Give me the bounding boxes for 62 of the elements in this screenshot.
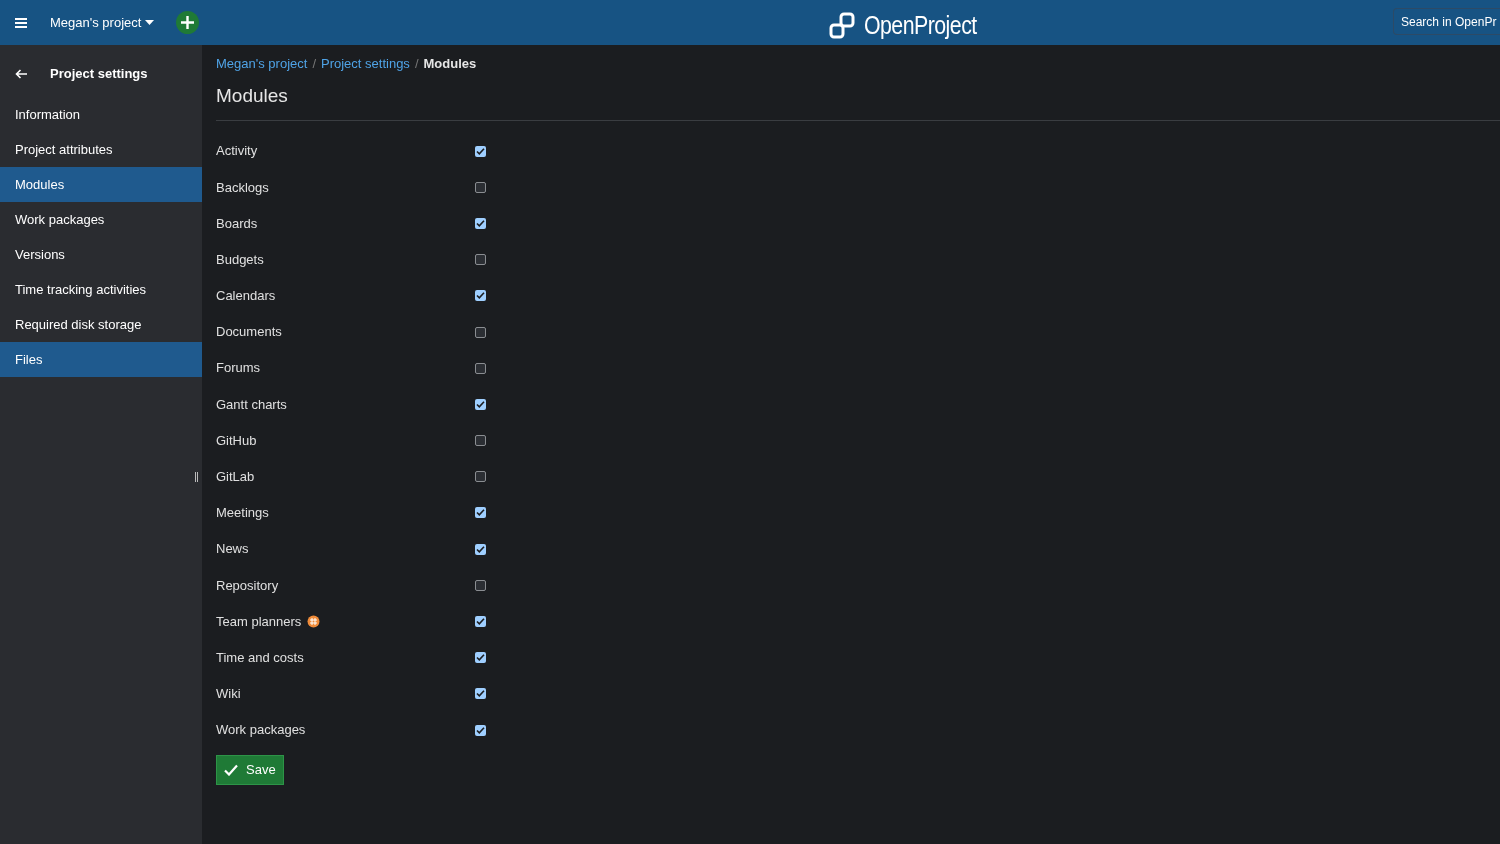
module-checkbox[interactable] — [475, 616, 486, 628]
module-checkbox[interactable] — [475, 471, 486, 483]
save-button[interactable]: Save — [216, 755, 284, 786]
sidebar-item[interactable]: Work packages — [0, 202, 202, 237]
module-checkbox[interactable] — [475, 507, 486, 519]
breadcrumb-separator: / — [414, 54, 419, 73]
breadcrumb-current: Modules — [423, 54, 477, 73]
module-label: Activity — [216, 142, 258, 161]
module-label: Documents — [216, 323, 282, 342]
module-checkbox[interactable] — [475, 543, 486, 555]
breadcrumb-separator: / — [312, 54, 316, 73]
module-label: GitHub — [216, 431, 257, 450]
module-label: Repository — [216, 576, 279, 595]
module-label: Team planners — [216, 612, 302, 631]
breadcrumb-link[interactable]: Megan's project — [216, 53, 308, 74]
module-label: GitLab — [216, 468, 255, 487]
sidebar-item[interactable]: Files — [0, 342, 202, 377]
module-label: Backlogs — [216, 178, 269, 197]
resize-handle[interactable] — [195, 472, 198, 482]
module-checkbox[interactable] — [475, 145, 486, 157]
module-label: Boards — [216, 214, 258, 233]
logo-text: OpenProject — [864, 9, 977, 42]
breadcrumb-link[interactable]: Project settings — [321, 53, 410, 74]
module-label: Forums — [216, 359, 261, 378]
search-field[interactable]: Search in OpenPr — [1393, 8, 1500, 35]
sidebar-item[interactable]: Modules — [0, 167, 202, 202]
sidebar-item[interactable]: Required disk storage — [0, 307, 202, 342]
module-checkbox[interactable] — [475, 254, 486, 266]
module-label: Wiki — [216, 685, 241, 704]
module-checkbox[interactable] — [475, 652, 486, 664]
module-label: Work packages — [216, 721, 306, 740]
sidebar-title: Project settings — [50, 64, 148, 83]
module-checkbox[interactable] — [475, 724, 486, 736]
module-checkbox[interactable] — [475, 688, 486, 700]
module-checkbox[interactable] — [475, 217, 486, 229]
plus-icon — [181, 16, 195, 29]
project-selector[interactable]: Megan's project — [50, 12, 155, 33]
sidebar-item[interactable]: Time tracking activities — [0, 272, 202, 307]
module-label: Gantt charts — [216, 395, 287, 414]
logo-icon — [828, 11, 856, 40]
page-title: Modules — [216, 84, 289, 107]
module-checkbox[interactable] — [475, 435, 486, 447]
sidebar-item[interactable]: Project attributes — [0, 132, 202, 167]
module-label: News — [216, 540, 249, 559]
module-checkbox[interactable] — [475, 398, 486, 410]
sidebar-item[interactable]: Information — [0, 97, 202, 132]
back-arrow-icon[interactable] — [15, 68, 27, 79]
module-label: Time and costs — [216, 648, 304, 667]
module-label: Meetings — [216, 504, 269, 523]
menu-icon[interactable] — [15, 17, 27, 28]
caret-icon — [145, 20, 155, 25]
module-label: Budgets — [216, 250, 264, 269]
module-checkbox[interactable] — [475, 181, 486, 193]
add-button[interactable] — [176, 11, 200, 34]
module-checkbox[interactable] — [475, 290, 486, 302]
module-checkbox[interactable] — [475, 326, 486, 338]
module-checkbox[interactable] — [475, 579, 486, 591]
enterprise-icon — [307, 615, 321, 629]
module-label: Calendars — [216, 287, 276, 306]
module-checkbox[interactable] — [475, 362, 486, 374]
sidebar-item[interactable]: Versions — [0, 237, 202, 272]
check-icon — [224, 764, 238, 777]
